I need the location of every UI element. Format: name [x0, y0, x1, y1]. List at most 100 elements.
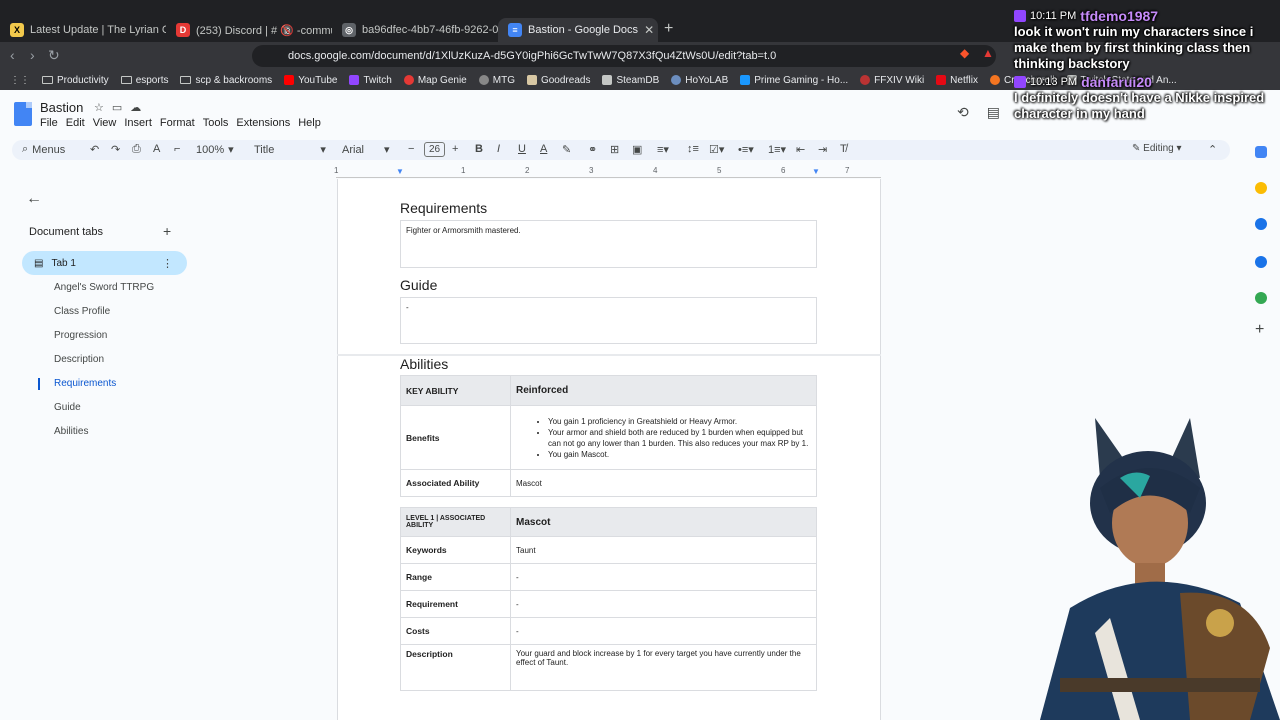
contacts-icon[interactable] — [1255, 256, 1267, 268]
abilities-heading[interactable]: Abilities — [400, 356, 448, 372]
bookmark-link[interactable]: MTG — [478, 75, 515, 86]
text-color-icon[interactable]: A — [540, 143, 547, 155]
outline-item-active[interactable]: Requirements — [54, 378, 154, 402]
collapse-toolbar-icon[interactable]: ⌃ — [1208, 143, 1217, 156]
bookmark-folder[interactable]: esports — [120, 75, 168, 86]
spellcheck-icon[interactable]: A — [153, 143, 160, 155]
align-icon[interactable]: ≡▾ — [657, 143, 669, 156]
insert-image-icon[interactable]: ▣ — [632, 143, 642, 156]
outline-item[interactable]: Description — [54, 354, 154, 378]
decrease-font-icon[interactable]: − — [408, 143, 414, 155]
bookmark-link[interactable]: Goodreads — [526, 75, 590, 86]
more-options-icon[interactable]: ⋮ — [162, 257, 173, 270]
decrease-indent-icon[interactable]: ⇤ — [796, 143, 805, 156]
docs-logo-icon[interactable] — [14, 102, 32, 126]
comments-icon[interactable]: ▤ — [987, 104, 1000, 121]
clear-formatting-icon[interactable]: T̸ — [840, 143, 847, 155]
numbered-list-icon[interactable]: 1≡▾ — [768, 143, 786, 156]
line-spacing-icon[interactable]: ↕≡ — [687, 143, 699, 155]
outline-item[interactable]: Angel's Sword TTRPG — [54, 282, 154, 306]
italic-icon[interactable]: I — [497, 143, 500, 155]
undo-icon[interactable]: ↶ — [90, 143, 99, 156]
move-folder-icon[interactable]: ▭ — [112, 101, 122, 114]
bookmark-link[interactable]: Netflix — [936, 75, 978, 86]
back-icon[interactable]: ‹ — [10, 47, 15, 63]
indent-marker-icon[interactable]: ▼ — [396, 167, 404, 176]
level1-ability-table[interactable]: LEVEL 1 | ASSOCIATED ABILITY Mascot Keyw… — [400, 507, 817, 691]
bookmark-folder[interactable]: scp & backrooms — [180, 75, 272, 86]
highlight-icon[interactable]: ✎ — [562, 143, 571, 156]
rewards-icon[interactable]: ▲ — [982, 46, 994, 60]
site-favicon-icon: ◎ — [342, 23, 356, 37]
right-indent-marker-icon[interactable]: ▼ — [812, 167, 820, 176]
menu-help[interactable]: Help — [298, 117, 321, 129]
brave-shield-icon[interactable]: ◆ — [960, 46, 969, 60]
calendar-icon[interactable] — [1255, 146, 1267, 158]
document-title[interactable]: Bastion — [40, 100, 83, 115]
menu-format[interactable]: Format — [160, 117, 195, 129]
site-favicon-icon: X — [10, 23, 24, 37]
outline-item[interactable]: Class Profile — [54, 306, 154, 330]
star-icon[interactable]: ☆ — [94, 101, 104, 114]
bookmark-link[interactable]: HoYoLAB — [671, 75, 728, 86]
link-icon[interactable]: ⚭ — [588, 143, 597, 156]
zoom-select[interactable]: 100% ▾ — [196, 143, 234, 157]
browser-tab[interactable]: D (253) Discord | # 🔞 -community-rea — [166, 18, 332, 42]
apps-grid-icon[interactable]: ⋮⋮ — [10, 75, 30, 86]
outline-item[interactable]: Guide — [54, 402, 154, 426]
bookmark-link[interactable]: YouTube — [284, 75, 337, 86]
cloud-status-icon[interactable]: ☁ — [130, 101, 141, 114]
requirements-box[interactable]: Fighter or Armorsmith mastered. — [400, 220, 817, 268]
outline-item[interactable]: Abilities — [54, 426, 154, 450]
menu-file[interactable]: File — [40, 117, 58, 129]
menus-search[interactable]: ⌕ Menus — [22, 143, 65, 156]
add-comment-icon[interactable]: ⊞ — [610, 143, 619, 156]
editing-mode-select[interactable]: ✎ Editing ▾ — [1132, 143, 1182, 154]
maps-icon[interactable] — [1255, 292, 1267, 304]
style-select[interactable]: Title ▾ — [254, 143, 326, 157]
back-arrow-icon[interactable]: ← — [26, 190, 42, 208]
redo-icon[interactable]: ↷ — [111, 143, 120, 156]
checklist-icon[interactable]: ☑▾ — [709, 143, 724, 156]
outline-item[interactable]: Progression — [54, 330, 154, 354]
guide-box[interactable]: - — [400, 297, 817, 344]
bookmark-folder[interactable]: Productivity — [42, 75, 109, 86]
font-size-field[interactable]: 26 — [424, 142, 446, 157]
bookmark-link[interactable]: SteamDB — [602, 75, 659, 86]
browser-tab[interactable]: ◎ ba96dfec-4bb7-46fb-9262-06b22a8 — [332, 18, 498, 42]
guide-heading[interactable]: Guide — [400, 277, 437, 293]
underline-icon[interactable]: U — [518, 143, 526, 155]
close-tab-icon[interactable]: ✕ — [644, 23, 654, 37]
tasks-icon[interactable] — [1255, 218, 1267, 230]
key-ability-table[interactable]: KEY ABILITY Reinforced Benefits You gain… — [400, 375, 817, 497]
menu-extensions[interactable]: Extensions — [236, 117, 290, 129]
tab-item-tab1[interactable]: ▤ Tab 1 ⋮ — [22, 251, 187, 275]
new-tab-icon[interactable]: + — [664, 20, 673, 38]
paint-format-icon[interactable]: ⌐ — [174, 143, 180, 155]
bookmark-link[interactable]: Twitch — [349, 75, 392, 86]
bookmark-link[interactable]: Map Genie — [403, 75, 467, 86]
reload-icon[interactable]: ↻ — [48, 47, 60, 64]
keep-icon[interactable] — [1255, 182, 1267, 194]
forward-icon[interactable]: › — [30, 47, 35, 63]
bookmark-link[interactable]: Prime Gaming - Ho... — [740, 75, 848, 86]
increase-indent-icon[interactable]: ⇥ — [818, 143, 827, 156]
menu-view[interactable]: View — [93, 117, 117, 129]
menu-edit[interactable]: Edit — [66, 117, 85, 129]
url-field[interactable]: docs.google.com/document/d/1XlUzKuzA-d5G… — [252, 45, 996, 67]
browser-tab[interactable]: X Latest Update | The Lyrian Chronicles — [0, 18, 166, 42]
bold-icon[interactable]: B — [475, 143, 483, 155]
menu-tools[interactable]: Tools — [203, 117, 229, 129]
browser-tab-active[interactable]: ≡ Bastion - Google Docs ✕ — [498, 18, 658, 42]
version-history-icon[interactable]: ⟲ — [957, 104, 969, 121]
add-tab-icon[interactable]: + — [163, 223, 171, 239]
bookmark-link[interactable]: FFXIV Wiki — [860, 75, 924, 86]
print-icon[interactable]: ⎙ — [132, 143, 141, 156]
requirements-heading[interactable]: Requirements — [400, 200, 487, 216]
bulleted-list-icon[interactable]: •≡▾ — [738, 143, 754, 156]
increase-font-icon[interactable]: + — [452, 143, 458, 155]
horizontal-ruler[interactable]: 1 1 2 3 4 5 6 7 ▼ ▼ — [334, 166, 881, 178]
add-addon-icon[interactable]: + — [1255, 322, 1267, 338]
menu-insert[interactable]: Insert — [124, 117, 152, 129]
font-select[interactable]: Arial ▾ — [342, 143, 390, 157]
